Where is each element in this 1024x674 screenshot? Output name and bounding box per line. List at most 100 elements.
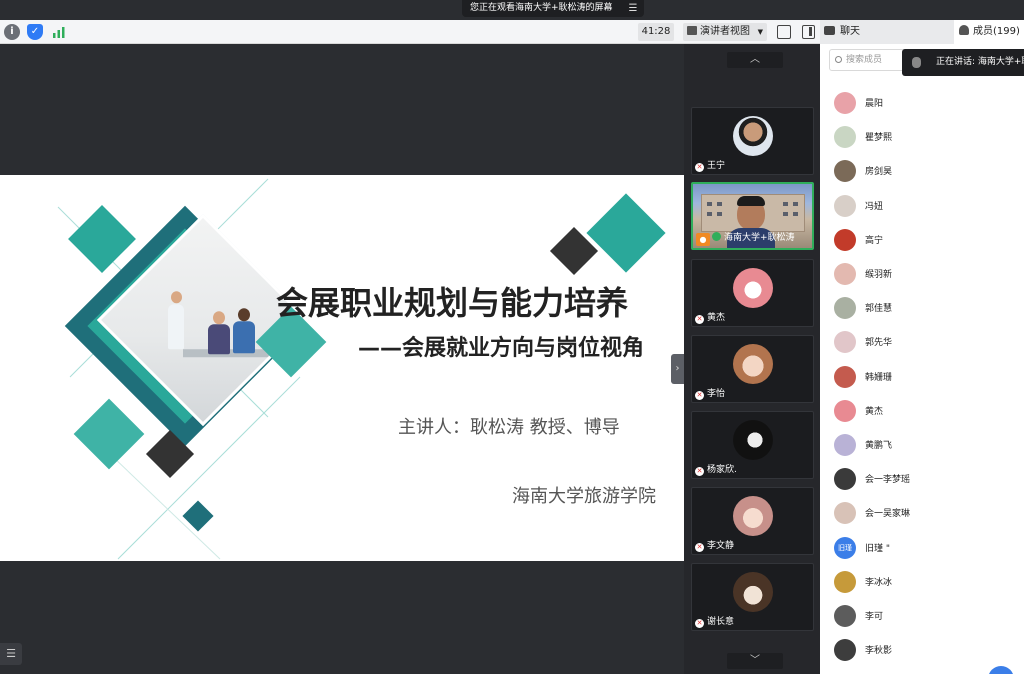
avatar xyxy=(834,365,856,388)
presenter-view-label: 演讲者视图 xyxy=(700,26,750,37)
screen-share-banner: 您正在观看海南大学+耿松涛的屏幕 ☰ xyxy=(462,0,644,17)
video-tile[interactable]: ✕ 李文静 xyxy=(691,487,814,555)
mic-off-icon: ✕ xyxy=(695,467,704,476)
presenter-view-dropdown[interactable]: 演讲者视图 ▼ xyxy=(683,23,767,41)
member-item[interactable]: 会一李梦瑶 xyxy=(834,468,1014,492)
member-name: 晨阳 xyxy=(865,99,884,109)
member-item[interactable]: 冯妞 xyxy=(834,194,1014,219)
mic-on-icon xyxy=(712,232,721,241)
info-icon[interactable]: i xyxy=(4,24,20,40)
search-placeholder: 搜索成员 xyxy=(846,55,883,65)
member-name: 韩姗珊 xyxy=(865,372,893,383)
avatar xyxy=(834,605,856,627)
tile-name: 海南大学+耿松涛 xyxy=(724,233,795,243)
signal-icon[interactable] xyxy=(51,24,67,40)
member-item[interactable]: 缑羽新 xyxy=(834,263,1014,287)
member-item[interactable]: 高宁 xyxy=(834,228,1014,253)
video-tile[interactable]: ✕ 王宁 xyxy=(691,107,814,175)
avatar xyxy=(733,344,773,384)
avatar xyxy=(834,434,856,456)
member-item[interactable]: 郭先华 xyxy=(834,331,1014,355)
avatar xyxy=(834,399,856,422)
presentation-slide: 会展职业规划与能力培养 ——会展就业方向与岗位视角 主讲人：耿松涛 教授、博导 … xyxy=(0,175,684,561)
chat-icon xyxy=(824,26,835,35)
mic-icon xyxy=(912,57,921,68)
avatar xyxy=(834,126,856,149)
fullscreen-icon[interactable] xyxy=(777,25,791,39)
menu-icon[interactable]: ☰ xyxy=(626,2,640,15)
chat-tab-label: 聊天 xyxy=(840,26,860,37)
avatar xyxy=(834,570,856,593)
speaking-indicator: 正在讲话: 海南大学+耿松涛 xyxy=(902,49,1024,76)
video-tile[interactable]: ✕ 杨家欣. xyxy=(691,411,814,479)
tab-members[interactable]: 成员(199) xyxy=(954,20,1024,44)
member-name: 郭佳慧 xyxy=(865,304,893,315)
member-name: 会一李梦瑶 xyxy=(865,475,911,486)
meeting-timer: 41:28 xyxy=(638,23,674,41)
mic-off-icon: ✕ xyxy=(695,163,704,172)
video-tile-active[interactable]: ● 海南大学+耿松涛 xyxy=(691,182,814,250)
avatar xyxy=(834,502,856,525)
avatar xyxy=(733,572,773,612)
list-icon[interactable]: ☰ xyxy=(0,643,22,665)
tile-name: 李文静 xyxy=(707,541,735,551)
avatar xyxy=(733,420,773,460)
mic-off-icon: ✕ xyxy=(695,315,704,324)
member-item[interactable]: 会一吴家琳 xyxy=(834,502,1014,526)
avatar xyxy=(733,268,773,308)
video-tile[interactable]: ✕ 黄杰 xyxy=(691,259,814,327)
scroll-button[interactable] xyxy=(988,666,1014,674)
member-item[interactable]: 李秋影 xyxy=(834,639,1014,663)
collapse-strip-button[interactable]: › xyxy=(671,354,684,384)
shield-icon[interactable]: ✓ xyxy=(27,24,43,40)
members-tab-label: 成员(199) xyxy=(973,26,1020,37)
avatar xyxy=(834,468,856,491)
presenter-view-icon xyxy=(687,26,697,35)
avatar xyxy=(733,116,773,156)
banner-text: 您正在观看海南大学+耿松涛的屏幕 xyxy=(470,3,613,13)
chevron-down-icon: ▼ xyxy=(757,28,763,36)
mic-off-icon: ✕ xyxy=(695,543,704,552)
member-name: 瞿梦熙 xyxy=(865,133,893,144)
chevron-up-icon[interactable]: ︿ xyxy=(727,52,783,68)
chevron-down-icon[interactable]: ﹀ xyxy=(727,653,783,669)
member-item[interactable]: 瞿梦熙 xyxy=(834,126,1014,150)
avatar xyxy=(834,263,856,285)
member-name: 缑羽新 xyxy=(865,270,893,280)
top-toolbar: i ✓ 41:28 演讲者视图 ▼ 聊天 成员(199) xyxy=(0,20,1024,44)
tile-name: 谢长意 xyxy=(707,617,735,627)
member-item[interactable]: 李可 xyxy=(834,605,1014,629)
member-name: 会一吴家琳 xyxy=(865,509,911,520)
person-icon xyxy=(959,25,969,35)
video-tile[interactable]: ✕ 李怡 xyxy=(691,335,814,403)
tile-name: 黄杰 xyxy=(707,313,726,323)
member-item[interactable]: 韩姗珊 xyxy=(834,365,1014,390)
member-name: 房剑昊 xyxy=(865,167,893,178)
tile-name: 王宁 xyxy=(707,161,726,171)
avatar xyxy=(834,160,856,183)
mic-off-icon: ✕ xyxy=(695,619,704,628)
member-name: 冯妞 xyxy=(865,201,884,212)
member-name: 高宁 xyxy=(865,235,884,246)
slide-speaker: 主讲人：耿松涛 教授、博导 xyxy=(398,417,620,438)
member-name: 李冰冰 xyxy=(865,577,893,588)
slide-title: 会展职业规划与能力培养 xyxy=(276,284,629,322)
member-item[interactable]: 黄杰 xyxy=(834,399,1014,424)
member-item[interactable]: 李冰冰 xyxy=(834,570,1014,595)
meeting-window: 您正在观看海南大学+耿松涛的屏幕 ☰ i ✓ 41:28 演讲者视图 ▼ 聊天 … xyxy=(0,0,1024,674)
tile-name: 杨家欣. xyxy=(707,465,737,475)
member-name: 李可 xyxy=(865,612,884,622)
tab-chat[interactable]: 聊天 xyxy=(820,20,954,44)
video-tile[interactable]: ✕ 谢长意 xyxy=(691,563,814,631)
member-item[interactable]: 晨阳 xyxy=(834,92,1014,116)
member-item[interactable]: 郭佳慧 xyxy=(834,297,1014,321)
avatar xyxy=(834,297,856,320)
search-icon xyxy=(835,56,842,63)
layout-icon[interactable] xyxy=(802,25,815,39)
video-strip: ︿ ✕ 王宁 ● 海南大学+耿松涛 ✕ 黄杰 ✕ 李怡 ✕ 杨家欣. ✕ 李文静… xyxy=(684,44,820,674)
member-item[interactable]: 旧瑾 旧瑾 " xyxy=(834,536,1014,561)
member-item[interactable]: 房剑昊 xyxy=(834,160,1014,184)
tile-name: 李怡 xyxy=(707,389,726,399)
member-item[interactable]: 黄鹏飞 xyxy=(834,434,1014,458)
slide-school: 海南大学旅游学院 xyxy=(512,486,656,507)
